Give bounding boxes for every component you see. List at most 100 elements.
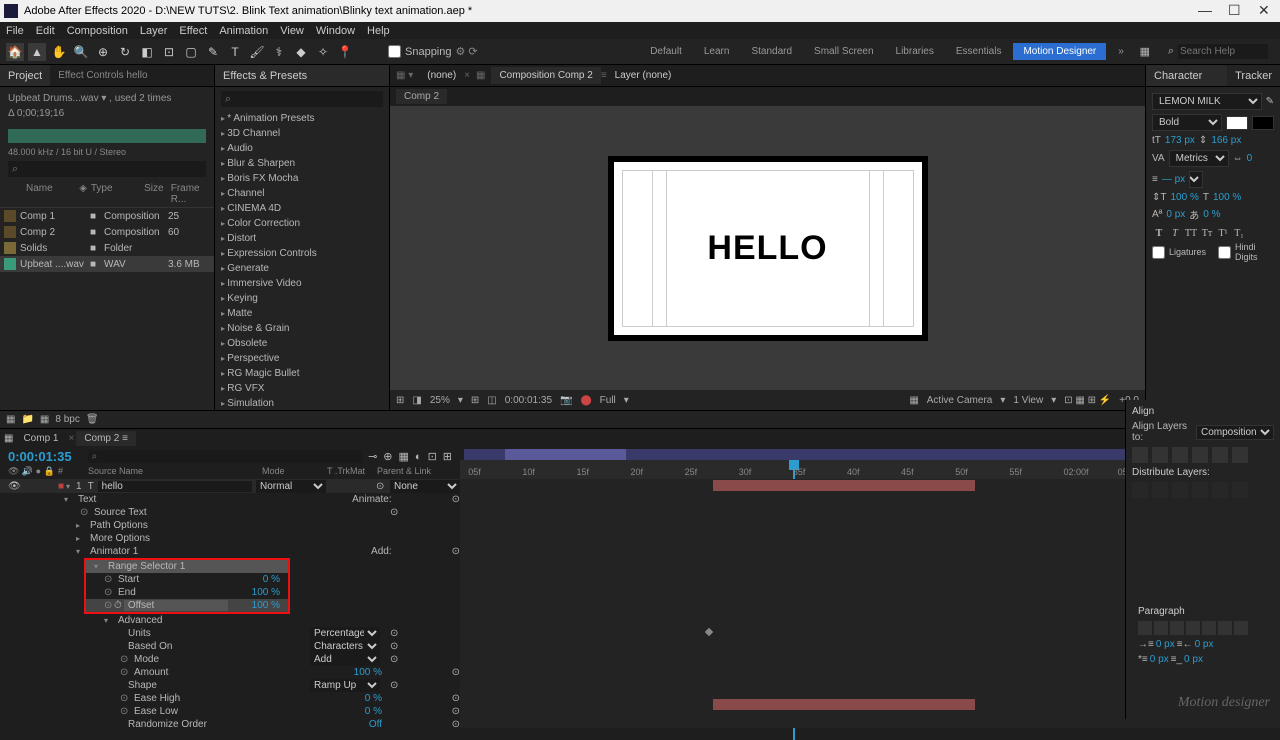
menu-layer[interactable]: Layer	[140, 25, 168, 37]
dist-6[interactable]	[1232, 482, 1248, 498]
new-folder-icon[interactable]: 📁	[21, 414, 33, 425]
viewer-grid-icon[interactable]: ⊞	[471, 395, 479, 406]
effect-category[interactable]: * Animation Presets	[215, 111, 389, 126]
effects-tab[interactable]: Effects & Presets	[215, 65, 389, 87]
layer-name-input[interactable]	[98, 481, 252, 492]
menu-window[interactable]: Window	[316, 25, 355, 37]
effect-category[interactable]: Boris FX Mocha	[215, 171, 389, 186]
project-search-input[interactable]	[8, 161, 206, 177]
menu-effect[interactable]: Effect	[179, 25, 207, 37]
viewer-views[interactable]: 1 View	[1013, 395, 1043, 406]
superscript[interactable]: T¹	[1216, 226, 1230, 240]
effect-category[interactable]: RG VFX	[215, 381, 389, 396]
minimize-button[interactable]: —	[1198, 5, 1210, 17]
para-justify-2[interactable]	[1202, 621, 1216, 635]
menu-help[interactable]: Help	[367, 25, 390, 37]
character-tab[interactable]: Character	[1146, 65, 1227, 87]
workspace-default[interactable]: Default	[640, 43, 692, 60]
roto-tool[interactable]: ✧	[314, 43, 332, 61]
viewer-magnify-icon[interactable]: ⊞	[396, 395, 404, 406]
dist-1[interactable]	[1132, 482, 1148, 498]
hindi-checkbox[interactable]	[1218, 246, 1231, 259]
clone-tool[interactable]: ⚕	[270, 43, 288, 61]
workspace-essentials[interactable]: Essentials	[946, 43, 1012, 60]
workspace-standard[interactable]: Standard	[741, 43, 802, 60]
effect-category[interactable]: Expression Controls	[215, 246, 389, 261]
prop-mode[interactable]: ⊙ModeAdd⊙	[0, 653, 460, 666]
viewer-icons[interactable]: ⊡ ▦ ⊞ ⚡	[1064, 395, 1111, 406]
rotate-tool[interactable]: ↻	[116, 43, 134, 61]
align-left[interactable]	[1132, 447, 1148, 463]
workspace-motion-designer[interactable]: Motion Designer	[1013, 43, 1106, 60]
effect-category[interactable]: Keying	[215, 291, 389, 306]
small-caps[interactable]: Tᴛ	[1200, 226, 1214, 240]
pan-behind-tool[interactable]: ⊡	[160, 43, 178, 61]
workspace-grid-icon[interactable]: ▦	[1138, 45, 1152, 59]
hand-tool[interactable]: ✋	[50, 43, 68, 61]
project-item-upbeat[interactable]: Upbeat ....wav■WAV3.6 MB	[0, 256, 214, 272]
fill-color[interactable]	[1226, 116, 1248, 130]
search-help-input[interactable]	[1178, 44, 1268, 59]
menu-view[interactable]: View	[280, 25, 304, 37]
prop-based-on[interactable]: Based OnCharacters⊙	[0, 640, 460, 653]
effect-category[interactable]: Generate	[215, 261, 389, 276]
dist-5[interactable]	[1212, 482, 1228, 498]
viewer-zoom[interactable]: 25%	[430, 395, 450, 406]
para-align-left[interactable]	[1138, 621, 1152, 635]
viewer-channels-icon[interactable]: ⬤	[580, 395, 591, 406]
font-select[interactable]: LEMON MILK	[1152, 93, 1262, 110]
prop-randomize[interactable]: Randomize OrderOff⊙	[0, 718, 460, 728]
viewer-snapshot-icon[interactable]: 📷	[560, 395, 572, 406]
zoom-tool[interactable]: 🔍	[72, 43, 90, 61]
align-target[interactable]: Composition	[1196, 425, 1274, 440]
faux-bold[interactable]: T	[1152, 226, 1166, 240]
para-justify-1[interactable]	[1186, 621, 1200, 635]
interpret-icon[interactable]: ▦	[6, 414, 15, 425]
project-item-comp1[interactable]: Comp 1■Composition25	[0, 208, 214, 224]
timeline-tab-comp1[interactable]: Comp 1	[15, 431, 66, 446]
viewer-transparency-icon[interactable]: ▦	[909, 395, 918, 406]
animate-menu-icon[interactable]: ⊙	[452, 494, 460, 505]
subscript[interactable]: T₁	[1232, 226, 1246, 240]
dist-4[interactable]	[1192, 482, 1208, 498]
layer-2-bar[interactable]	[713, 699, 975, 710]
maximize-button[interactable]: ☐	[1228, 5, 1240, 17]
brush-tool[interactable]: 🖌	[248, 43, 266, 61]
dist-3[interactable]	[1172, 482, 1188, 498]
workspace-libraries[interactable]: Libraries	[886, 43, 944, 60]
pen-tool[interactable]: ✎	[204, 43, 222, 61]
para-align-right[interactable]	[1170, 621, 1184, 635]
effect-category[interactable]: Color Correction	[215, 216, 389, 231]
stroke-px[interactable]: — px	[1162, 174, 1185, 185]
metrics-select[interactable]: Metrics	[1169, 150, 1229, 167]
composition-tab[interactable]: Composition Comp 2	[491, 67, 600, 84]
effect-controls-tab[interactable]: Effect Controls hello	[50, 65, 214, 87]
viewer-camera[interactable]: Active Camera	[927, 395, 993, 406]
effect-category[interactable]: 3D Channel	[215, 126, 389, 141]
weight-select[interactable]: Bold	[1152, 114, 1222, 131]
footage-tab[interactable]: (none)	[419, 67, 464, 84]
canvas[interactable]: HELLO	[614, 162, 922, 335]
layer-tab[interactable]: Layer (none)	[607, 67, 680, 84]
dist-2[interactable]	[1152, 482, 1168, 498]
menu-animation[interactable]: Animation	[219, 25, 268, 37]
prop-offset[interactable]: ⊙⏱Offset100 %	[86, 599, 288, 612]
para-justify-3[interactable]	[1218, 621, 1232, 635]
rectangle-tool[interactable]: ▢	[182, 43, 200, 61]
stroke-order[interactable]: ▾	[1189, 171, 1203, 188]
align-bottom[interactable]	[1232, 447, 1248, 463]
prop-units[interactable]: UnitsPercentage⊙	[0, 627, 460, 640]
eyedropper-icon[interactable]: ✎	[1266, 96, 1274, 107]
font-size[interactable]: 173 px	[1165, 135, 1195, 146]
prop-amount[interactable]: ⊙Amount100 %⊙	[0, 666, 460, 679]
prop-ease-high[interactable]: ⊙Ease High0 %⊙	[0, 692, 460, 705]
footage-dropdown-icon[interactable]: ▦ ▾	[390, 70, 419, 81]
workspace-small-screen[interactable]: Small Screen	[804, 43, 883, 60]
prop-shape[interactable]: ShapeRamp Up⊙	[0, 679, 460, 692]
workspace-learn[interactable]: Learn	[694, 43, 740, 60]
type-tool[interactable]: T	[226, 43, 244, 61]
render-queue-icon[interactable]: ▦	[4, 433, 13, 444]
selection-tool[interactable]: ▲	[28, 43, 46, 61]
menu-edit[interactable]: Edit	[36, 25, 55, 37]
layer-1[interactable]: 👁 ■ ▾1 T Normal ⊙None	[0, 479, 460, 493]
